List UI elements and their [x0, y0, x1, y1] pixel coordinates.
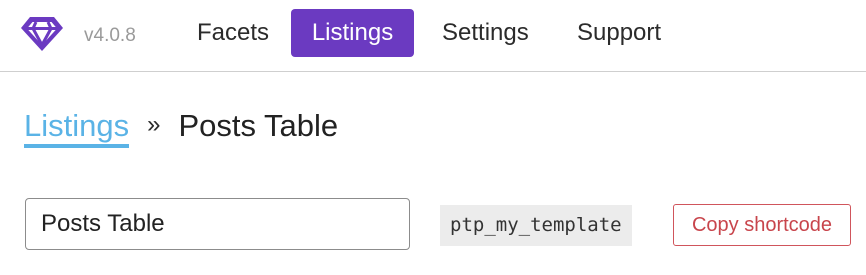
- page-title: Posts Table: [178, 108, 339, 143]
- listing-title-input[interactable]: [25, 198, 410, 250]
- nav-tab-settings[interactable]: Settings: [421, 9, 550, 57]
- nav-tab-support[interactable]: Support: [556, 9, 682, 57]
- top-navigation-bar: v4.0.8 Facets Listings Settings Support: [0, 0, 866, 72]
- nav-tab-facets[interactable]: Facets: [176, 9, 290, 57]
- nav-tab-listings[interactable]: Listings: [291, 9, 414, 57]
- copy-shortcode-button[interactable]: Copy shortcode: [673, 204, 851, 246]
- diamond-logo-icon: [18, 14, 66, 54]
- listing-slug: ptp_my_template: [440, 205, 632, 246]
- breadcrumb-listings-link[interactable]: Listings: [24, 108, 130, 148]
- breadcrumb-separator: »: [147, 111, 161, 138]
- breadcrumb: Listings » Posts Table: [24, 104, 338, 148]
- version-label: v4.0.8: [84, 25, 136, 46]
